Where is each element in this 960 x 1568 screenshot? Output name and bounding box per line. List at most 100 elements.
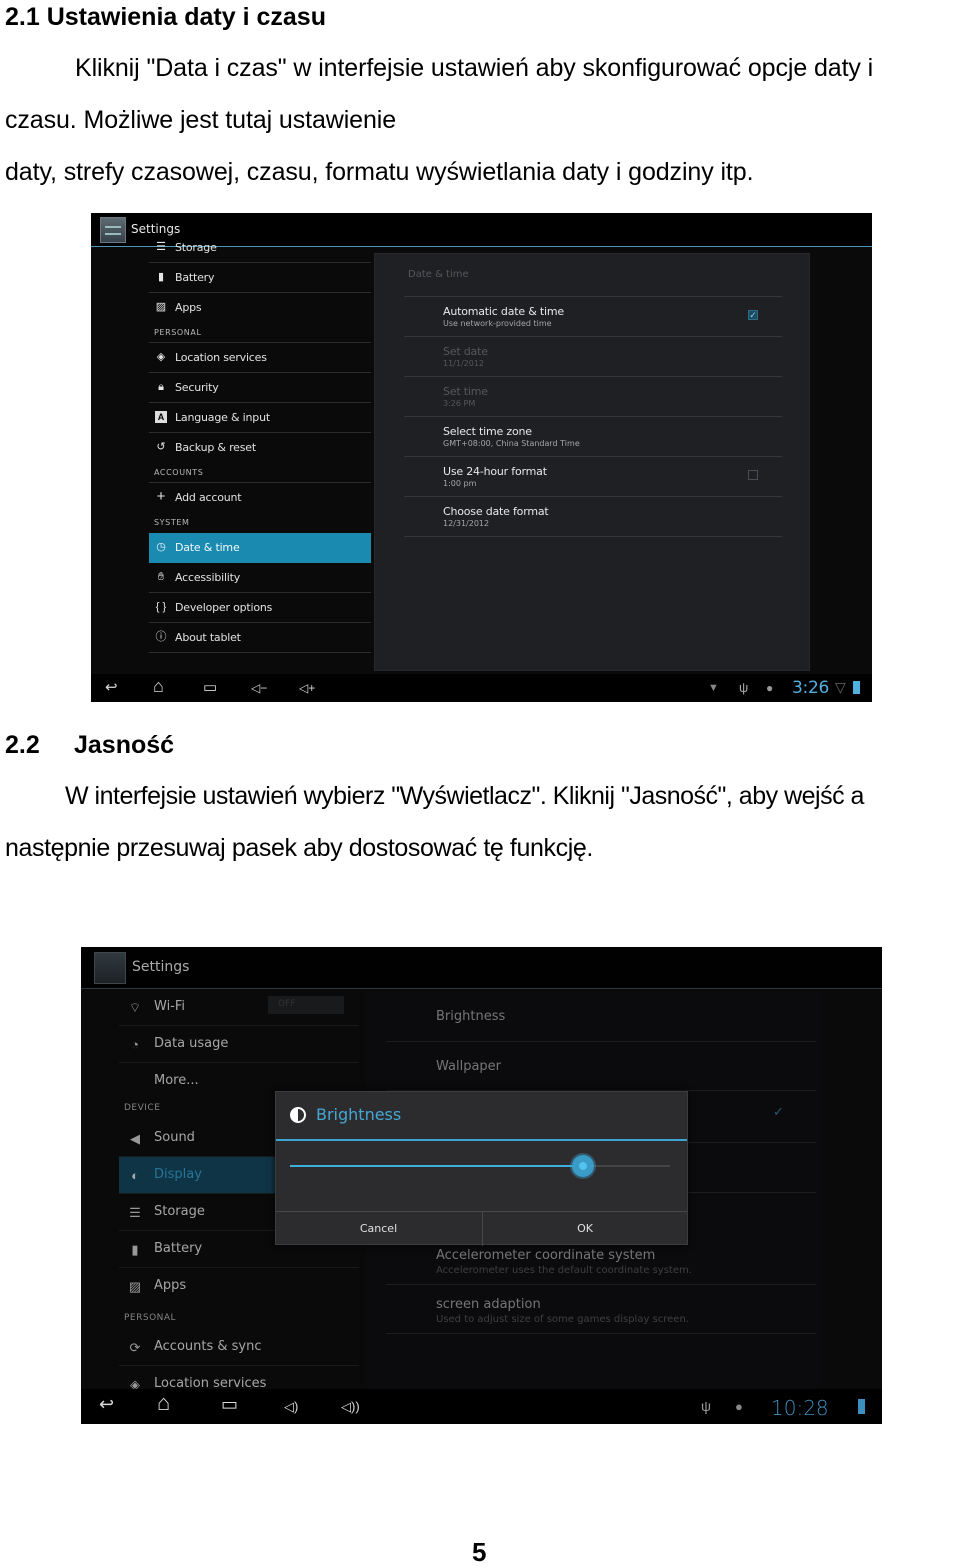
category-personal: PERSONAL bbox=[154, 328, 202, 337]
slider-fill bbox=[290, 1165, 583, 1167]
battery-charging-icon bbox=[853, 681, 860, 694]
sidebar-item-backup[interactable]: ↺ Backup & reset bbox=[149, 433, 371, 463]
pref-set-date[interactable]: Set date 11/1/2012 bbox=[443, 345, 488, 368]
pref-title: Choose date format bbox=[443, 505, 549, 518]
date-time-panel: Date & time Automatic date & time Use ne… bbox=[374, 253, 810, 671]
language-icon: A bbox=[155, 411, 167, 423]
apps-icon: ▨ bbox=[155, 301, 167, 313]
pref-automatic-date-time[interactable]: Automatic date & time Use network-provid… bbox=[443, 305, 564, 328]
pref-set-time[interactable]: Set time 3:26 PM bbox=[443, 385, 488, 408]
settings-app-icon[interactable] bbox=[100, 217, 126, 243]
sidebar-item-date-time[interactable]: ◷ Date & time bbox=[149, 533, 371, 563]
sidebar-item-battery[interactable]: ▮ Battery bbox=[149, 263, 371, 293]
automatic-date-time-checkbox[interactable]: ✓ bbox=[748, 310, 758, 320]
sidebar-item-label: Date & time bbox=[175, 541, 240, 554]
back-icon[interactable]: ↩ bbox=[99, 1395, 114, 1413]
24-hour-format-checkbox[interactable] bbox=[748, 470, 758, 480]
sidebar-item-storage[interactable]: ☰ Storage bbox=[149, 233, 371, 263]
sidebar-item-label: Accessibility bbox=[175, 571, 241, 584]
sidebar-item-about-tablet[interactable]: ⓘ About tablet bbox=[149, 623, 371, 653]
pref-summary: 12/31/2012 bbox=[443, 519, 490, 528]
paragraph-line: daty, strefy czasowej, czasu, formatu wy… bbox=[5, 158, 754, 186]
pref-choose-date-format[interactable]: Choose date format 12/31/2012 bbox=[443, 505, 549, 528]
pref-summary: 3:26 PM bbox=[443, 399, 476, 408]
date-time-settings-screenshot: Settings ☰ Storage ▮ Battery ▨ Apps PERS… bbox=[91, 213, 872, 702]
sidebar-item-label: Apps bbox=[175, 301, 202, 314]
cancel-button[interactable]: Cancel bbox=[276, 1212, 481, 1246]
sidebar-item-add-account[interactable]: + Add account bbox=[149, 483, 371, 513]
sidebar-item-apps[interactable]: ▨ Apps bbox=[149, 293, 371, 323]
dialog-button-bar: Cancel OK bbox=[276, 1211, 687, 1246]
pref-summary: 11/1/2012 bbox=[443, 359, 485, 368]
pref-title: Set date bbox=[443, 345, 488, 358]
category-system: SYSTEM bbox=[154, 518, 190, 527]
pref-summary: GMT+08:00, China Standard Time bbox=[443, 439, 580, 448]
pref-24-hour-format[interactable]: Use 24-hour format 1:00 pm bbox=[443, 465, 547, 488]
sidebar-item-language[interactable]: A Language & input bbox=[149, 403, 371, 433]
back-icon[interactable]: ↩ bbox=[105, 680, 118, 695]
plus-icon: + bbox=[156, 488, 166, 505]
divider bbox=[404, 296, 782, 297]
sidebar-item-label: Storage bbox=[175, 241, 217, 254]
volume-down-icon[interactable]: ◁− bbox=[251, 681, 267, 696]
backup-icon: ↺ bbox=[156, 441, 166, 453]
recent-apps-icon[interactable]: ▭ bbox=[221, 1395, 238, 1413]
section-heading-number: 2.2 bbox=[5, 731, 40, 759]
pref-select-time-zone[interactable]: Select time zone GMT+08:00, China Standa… bbox=[443, 425, 580, 448]
braces-icon: { } bbox=[155, 601, 167, 613]
pref-title: Automatic date & time bbox=[443, 305, 564, 318]
panel-title: Date & time bbox=[408, 269, 469, 280]
battery-charging-icon bbox=[858, 1399, 865, 1414]
lock-icon: 🔒︎ bbox=[158, 381, 164, 393]
paragraph-line: Kliknij "Data i czas" w interfejsie usta… bbox=[75, 54, 874, 82]
sidebar-item-security[interactable]: 🔒︎ Security bbox=[149, 373, 371, 403]
pref-summary: 1:00 pm bbox=[443, 479, 477, 488]
usb-icon: ψ bbox=[701, 1398, 711, 1414]
page-number: 5 bbox=[472, 1537, 487, 1567]
pref-title: Select time zone bbox=[443, 425, 532, 438]
divider bbox=[404, 376, 782, 377]
system-navigation-bar: ↩ ⌂ ▭ ◁− ◁+ ▼ ψ ● 3:26 ▽ bbox=[91, 674, 872, 702]
slider-thumb[interactable] bbox=[571, 1155, 594, 1177]
recent-apps-icon[interactable]: ▭ bbox=[203, 680, 217, 695]
dialog-title: Brightness bbox=[316, 1105, 402, 1124]
sidebar-item-label: Security bbox=[175, 381, 219, 394]
info-icon: ⓘ bbox=[155, 631, 167, 643]
status-clock[interactable]: 3:26 bbox=[792, 678, 829, 698]
android-debug-icon: ● bbox=[766, 681, 774, 695]
dialog-title-divider bbox=[276, 1139, 687, 1141]
brightness-icon bbox=[290, 1107, 306, 1123]
divider bbox=[404, 456, 782, 457]
system-navigation-bar: ↩ ⌂ ▭ ◁) ◁)) ψ ● 10:28 bbox=[81, 1389, 882, 1424]
volume-up-icon[interactable]: ◁)) bbox=[341, 1399, 360, 1414]
ok-button[interactable]: OK bbox=[482, 1212, 687, 1246]
hand-icon: ✋︎ bbox=[157, 571, 165, 583]
clock-icon: ◷ bbox=[156, 541, 166, 553]
brightness-dialog: Brightness Cancel OK bbox=[275, 1091, 688, 1246]
settings-sidebar: ☰ Storage ▮ Battery ▨ Apps PERSONAL ◈ Lo… bbox=[149, 241, 371, 667]
sidebar-item-label: Language & input bbox=[175, 411, 270, 424]
home-icon[interactable]: ⌂ bbox=[157, 1392, 170, 1414]
paragraph-line: W interfejsie ustawień wybierz "Wyświetl… bbox=[65, 782, 864, 810]
volume-up-icon[interactable]: ◁+ bbox=[299, 681, 315, 696]
brightness-slider[interactable] bbox=[290, 1155, 670, 1177]
battery-icon: ▮ bbox=[157, 271, 165, 283]
pref-title: Set time bbox=[443, 385, 488, 398]
divider bbox=[404, 416, 782, 417]
pref-summary: Use network-provided time bbox=[443, 319, 552, 328]
brightness-settings-screenshot: Settings ⌔ Wi-Fi OFF ◔ Data usage More..… bbox=[81, 947, 882, 1424]
location-icon: ◈ bbox=[156, 351, 166, 363]
status-clock[interactable]: 10:28 bbox=[771, 1396, 829, 1420]
divider bbox=[404, 336, 782, 337]
sidebar-item-label: About tablet bbox=[175, 631, 241, 644]
sidebar-item-accessibility[interactable]: ✋︎ Accessibility bbox=[149, 563, 371, 593]
sidebar-item-label: Backup & reset bbox=[175, 441, 256, 454]
sidebar-item-location[interactable]: ◈ Location services bbox=[149, 343, 371, 373]
sidebar-item-developer-options[interactable]: { } Developer options bbox=[149, 593, 371, 623]
volume-down-icon[interactable]: ◁) bbox=[284, 1399, 298, 1414]
section-heading-brightness: Jasność bbox=[74, 731, 175, 759]
home-icon[interactable]: ⌂ bbox=[153, 677, 164, 695]
pref-title: Use 24-hour format bbox=[443, 465, 547, 478]
divider bbox=[404, 496, 782, 497]
category-accounts: ACCOUNTS bbox=[154, 468, 204, 477]
